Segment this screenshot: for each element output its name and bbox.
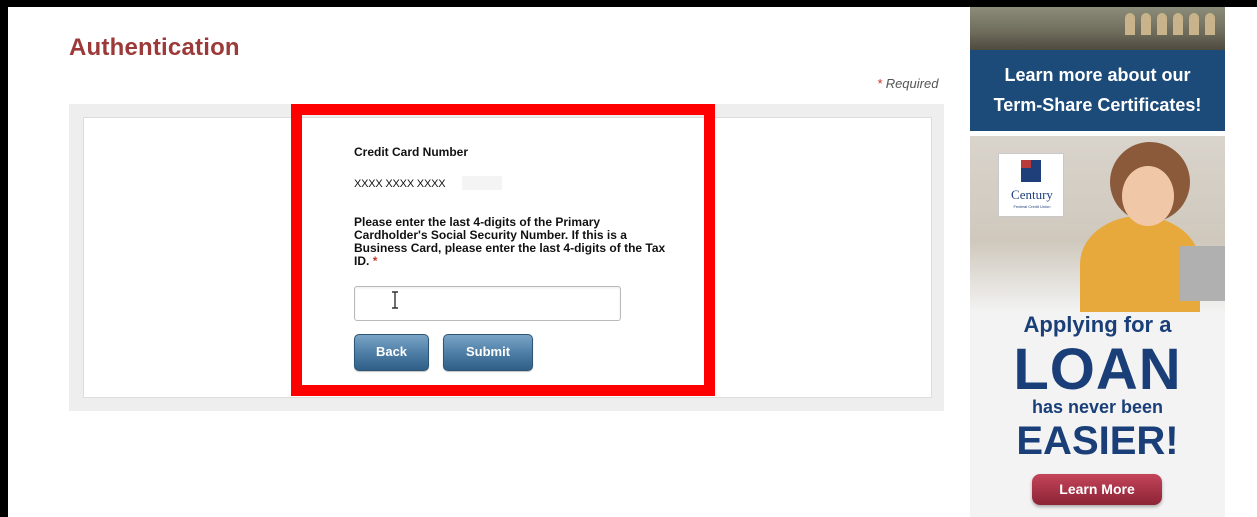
ad-headline-3: has never been: [1031, 397, 1164, 417]
ad-building-photo: [970, 7, 1225, 50]
learn-more-button[interactable]: Learn More: [1032, 474, 1162, 505]
ad-headline-2: LOAN: [1013, 337, 1182, 402]
ad-text: Learn more about our Term-Share Certific…: [970, 60, 1225, 120]
highlight-annotation-box: [291, 104, 715, 396]
required-label: Required: [885, 76, 939, 91]
loan-ad[interactable]: Century Federal Credit Union Applying fo…: [970, 136, 1225, 517]
required-note: * Required: [877, 76, 938, 91]
term-share-ad[interactable]: Learn more about our Term-Share Certific…: [970, 7, 1225, 131]
logo-brand: Century: [1011, 187, 1053, 202]
window-frame-top: [0, 0, 1257, 7]
window-frame-left: [0, 0, 8, 517]
required-star: *: [877, 76, 883, 91]
century-logo: Century Federal Credit Union: [998, 153, 1064, 217]
ad-headline-4: EASIER!: [1016, 419, 1179, 463]
ad-line-2: Term-Share Certificates!: [993, 95, 1202, 115]
page-title: Authentication: [69, 34, 240, 61]
ad-headline-1: Applying for a: [1023, 312, 1172, 337]
logo-subtitle: Federal Credit Union: [1013, 204, 1051, 209]
ad-line-1: Learn more about our: [1004, 65, 1191, 85]
